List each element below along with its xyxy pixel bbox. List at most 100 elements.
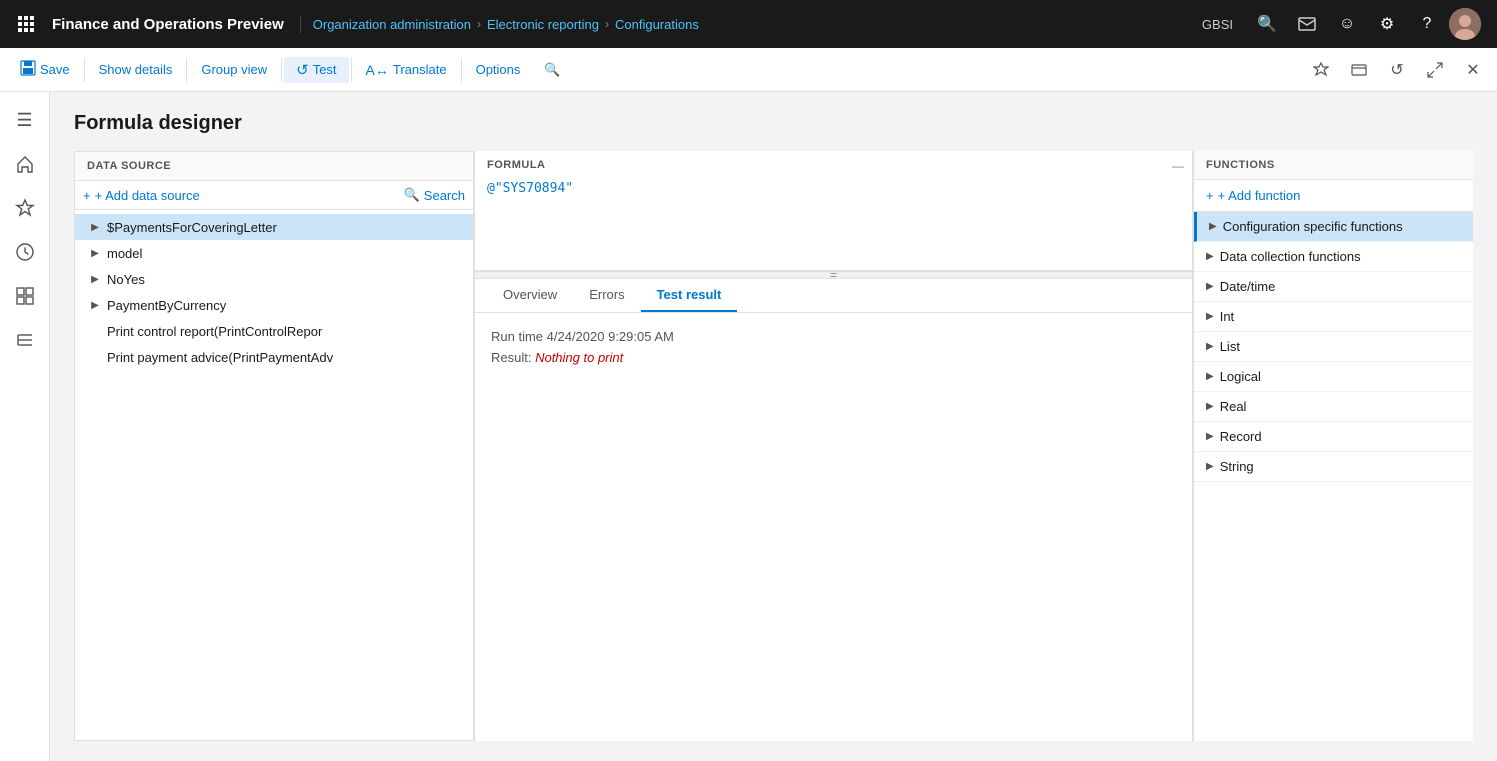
toolbar-divider-4 <box>351 58 352 82</box>
feedback-icon[interactable]: ☺ <box>1329 6 1365 42</box>
data-source-panel: DATA SOURCE + + Add data source 🔍 Search <box>74 151 474 741</box>
refresh-button[interactable]: ↺ <box>1381 54 1413 86</box>
chevron-model: ▶ <box>87 245 103 261</box>
divider-bar[interactable]: = <box>475 271 1192 279</box>
tree-item-payment-currency[interactable]: ▶ PaymentByCurrency <box>75 292 473 318</box>
breadcrumb-electronic-reporting[interactable]: Electronic reporting <box>487 17 599 32</box>
nav-list-icon[interactable] <box>5 320 45 360</box>
function-item-list[interactable]: ▶ List <box>1194 332 1473 362</box>
global-search-icon[interactable]: 🔍 <box>1249 6 1285 42</box>
function-item-data-collection[interactable]: ▶ Data collection functions <box>1194 242 1473 272</box>
add-function-icon: + <box>1206 188 1214 203</box>
formula-panel: FORMULA — @"SYS70894" = Overview Errors … <box>474 151 1193 741</box>
search-icon: 🔍 <box>404 187 420 203</box>
chevron-record: ▶ <box>1206 431 1214 442</box>
notifications-icon[interactable] <box>1289 6 1325 42</box>
add-data-source-button[interactable]: + + Add data source <box>83 188 200 203</box>
tree-item-payments[interactable]: ▶ $PaymentsForCoveringLetter <box>75 214 473 240</box>
org-code: GBSI <box>1190 17 1245 32</box>
tree-item-model[interactable]: ▶ model <box>75 240 473 266</box>
data-source-search-button[interactable]: 🔍 Search <box>404 187 465 203</box>
function-list: ▶ Configuration specific functions ▶ Dat… <box>1194 212 1473 741</box>
add-icon: + <box>83 188 91 203</box>
topbar: Finance and Operations Preview Organizat… <box>0 0 1497 48</box>
close-button[interactable]: ✕ <box>1457 54 1489 86</box>
toolbar-divider-1 <box>84 58 85 82</box>
user-avatar[interactable] <box>1449 8 1481 40</box>
function-item-real[interactable]: ▶ Real <box>1194 392 1473 422</box>
chevron-payments: ▶ <box>87 219 103 235</box>
chevron-data-collection: ▶ <box>1206 251 1214 262</box>
function-item-datetime[interactable]: ▶ Date/time <box>1194 272 1473 302</box>
toolbar-divider-2 <box>186 58 187 82</box>
resize-handle[interactable]: — <box>1172 159 1184 173</box>
chevron-payment-currency: ▶ <box>87 297 103 313</box>
save-icon <box>20 60 36 79</box>
nav-home-icon[interactable] <box>5 144 45 184</box>
save-button[interactable]: Save <box>8 56 82 83</box>
nav-menu-icon[interactable]: ☰ <box>5 100 45 140</box>
breadcrumb-sep-2: › <box>605 17 609 31</box>
tree-item-print-control[interactable]: ▶ Print control report(PrintControlRepor <box>75 318 473 344</box>
formula-value: @"SYS70894" <box>487 177 1180 200</box>
help-icon[interactable]: ? <box>1409 6 1445 42</box>
group-view-button[interactable]: Group view <box>189 58 279 81</box>
result-value: Nothing to print <box>535 350 623 365</box>
chevron-list: ▶ <box>1206 341 1214 352</box>
nav-favorites-icon[interactable] <box>5 188 45 228</box>
main-content: ☰ <box>0 92 1497 761</box>
test-button[interactable]: ↺ Test <box>284 57 348 83</box>
breadcrumb-configurations[interactable]: Configurations <box>615 17 699 32</box>
tree-item-print-payment[interactable]: ▶ Print payment advice(PrintPaymentAdv <box>75 344 473 370</box>
functions-header: FUNCTIONS <box>1194 151 1473 180</box>
search-toolbar-icon[interactable]: 🔍 <box>532 58 572 82</box>
page-title: Formula designer <box>74 112 1473 135</box>
translate-icon: A↔ <box>366 62 389 78</box>
function-item-config-specific[interactable]: ▶ Configuration specific functions <box>1194 212 1473 242</box>
function-item-int[interactable]: ▶ Int <box>1194 302 1473 332</box>
toolbar: Save Show details Group view ↺ Test A↔ T… <box>0 48 1497 92</box>
toolbar-divider-5 <box>461 58 462 82</box>
nav-recent-icon[interactable] <box>5 232 45 272</box>
run-time-label: Run time <box>491 329 547 344</box>
chevron-config-specific: ▶ <box>1209 221 1217 232</box>
tree-item-noyes[interactable]: ▶ NoYes <box>75 266 473 292</box>
function-item-record[interactable]: ▶ Record <box>1194 422 1473 452</box>
breadcrumb: Organization administration › Electronic… <box>301 17 711 32</box>
data-source-toolbar: + + Add data source 🔍 Search <box>75 181 473 210</box>
chevron-string: ▶ <box>1206 461 1214 472</box>
nav-workspaces-icon[interactable] <box>5 276 45 316</box>
options-button[interactable]: Options <box>464 58 533 81</box>
data-source-header: DATA SOURCE <box>75 152 473 181</box>
breadcrumb-org-admin[interactable]: Organization administration <box>313 17 471 32</box>
translate-button[interactable]: A↔ Translate <box>354 58 459 82</box>
toolbar-right: ↺ ✕ <box>1305 54 1489 86</box>
result-line: Result: Nothing to print <box>491 350 1176 365</box>
show-details-button[interactable]: Show details <box>87 58 185 81</box>
functions-panel: FUNCTIONS + + Add function ▶ Configurati… <box>1193 151 1473 741</box>
function-item-string[interactable]: ▶ String <box>1194 452 1473 482</box>
formula-label: FORMULA <box>487 159 1180 171</box>
test-icon: ↺ <box>296 61 309 79</box>
chevron-noyes: ▶ <box>87 271 103 287</box>
run-time-value: 4/24/2020 9:29:05 AM <box>547 329 674 344</box>
toolbar-divider-3 <box>281 58 282 82</box>
tab-test-result[interactable]: Test result <box>641 279 738 312</box>
run-time-line: Run time 4/24/2020 9:29:05 AM <box>491 329 1176 344</box>
tab-content: Run time 4/24/2020 9:29:05 AM Result: No… <box>475 313 1192 741</box>
content-area: Formula designer DATA SOURCE + + Add dat… <box>50 92 1497 761</box>
tab-overview[interactable]: Overview <box>487 279 573 312</box>
chevron-real: ▶ <box>1206 401 1214 412</box>
expand-button[interactable] <box>1419 54 1451 86</box>
collapse-button[interactable] <box>1343 54 1375 86</box>
function-item-logical[interactable]: ▶ Logical <box>1194 362 1473 392</box>
result-label: Result: <box>491 350 535 365</box>
formula-section: FORMULA — @"SYS70894" <box>475 151 1192 271</box>
pin-button[interactable] <box>1305 54 1337 86</box>
apps-icon[interactable] <box>8 6 44 42</box>
add-function-button[interactable]: + + Add function <box>1194 180 1473 212</box>
settings-icon[interactable]: ⚙ <box>1369 6 1405 42</box>
bottom-section: Overview Errors Test result Run time 4/2… <box>475 279 1192 741</box>
topbar-right: GBSI 🔍 ☺ ⚙ ? <box>1190 6 1489 42</box>
tab-errors[interactable]: Errors <box>573 279 640 312</box>
